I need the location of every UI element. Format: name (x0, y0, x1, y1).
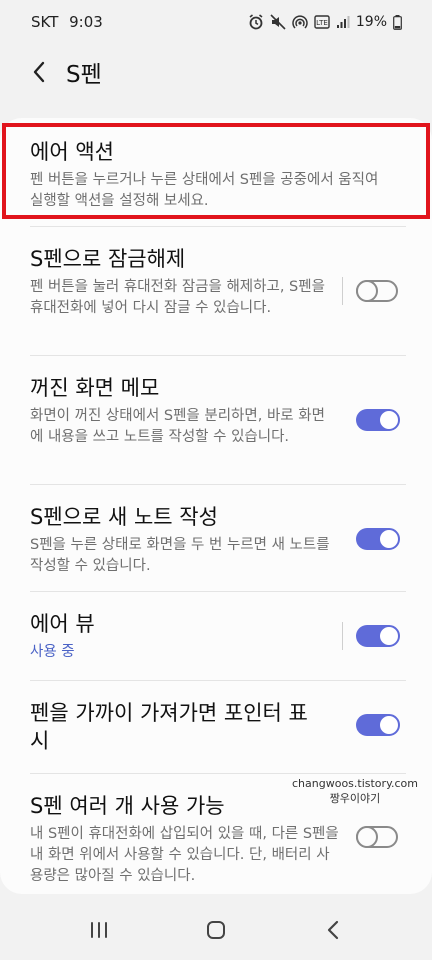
clock: 9:03 (69, 13, 103, 31)
recents-icon (90, 922, 107, 938)
signal-icon (336, 15, 350, 29)
setting-desc: 펜 버튼을 눌러 휴대전화 잠금을 해제하고, S펜을 휴대전화에 넣어 다시 … (30, 279, 325, 316)
setting-title: 꺼진 화면 메모 (30, 376, 160, 400)
watermark-name: 짱우이야기 (329, 792, 381, 805)
toggle-knob (378, 409, 400, 431)
screen-off-memo-toggle[interactable] (356, 409, 400, 431)
back-button[interactable] (26, 59, 52, 85)
navigation-bar (0, 900, 432, 960)
setting-title: S펜 여러 개 사용 가능 (30, 794, 225, 818)
toggle-knob (378, 625, 400, 647)
watermark-url: changwoos.tistory.com (292, 777, 418, 790)
setting-desc: 화면이 꺼진 상태에서 S펜을 분리하면, 바로 화면에 내용을 쓰고 노트를 … (30, 408, 325, 445)
setting-title: 에어 뷰 (30, 612, 95, 636)
new-note-toggle[interactable] (356, 528, 400, 550)
toggle-knob (378, 528, 400, 550)
page-title: S펜 (66, 62, 102, 88)
recents-button[interactable] (79, 910, 119, 950)
setting-title: 에어 액션 (30, 140, 114, 164)
status-left: SKT 9:03 (31, 13, 103, 31)
alarm-icon (248, 14, 264, 30)
volte-icon: LTE (314, 14, 330, 30)
setting-title: S펜으로 새 노트 작성 (30, 505, 218, 529)
svg-text:LTE: LTE (316, 19, 328, 27)
status-icons: LTE 19% (248, 14, 402, 30)
battery-icon (393, 14, 402, 30)
setting-desc: 내 S펜이 휴대전화에 삽입되어 있을 때, 다른 S펜을 내 화면 위에서 사… (30, 826, 339, 884)
hotspot-icon (292, 14, 308, 30)
setting-new-note[interactable]: S펜으로 새 노트 작성 S펜을 누른 상태로 화면을 두 번 누르면 새 노트… (0, 485, 432, 591)
toggle-knob (356, 826, 378, 848)
battery-percent: 19% (355, 14, 387, 30)
status-bar: SKT 9:03 LTE 19% (0, 0, 432, 44)
pointer-toggle[interactable] (356, 714, 400, 736)
setting-title: S펜으로 잠금해제 (30, 247, 186, 271)
home-icon (206, 921, 225, 939)
setting-desc: S펜을 누른 상태로 화면을 두 번 누르면 새 노트를 작성할 수 있습니다. (30, 537, 330, 574)
setting-screen-off-memo[interactable]: 꺼진 화면 메모 화면이 꺼진 상태에서 S펜을 분리하면, 바로 화면에 내용… (0, 356, 432, 484)
air-view-toggle[interactable] (356, 625, 400, 647)
setting-desc: 펜 버튼을 누르거나 누른 상태에서 S펜을 공중에서 움직여 실행할 액션을 … (30, 172, 379, 209)
multiple-spens-toggle[interactable] (356, 826, 398, 848)
nav-back-button[interactable] (313, 910, 353, 950)
watermark: changwoos.tistory.com 짱우이야기 (292, 776, 418, 806)
carrier-label: SKT (31, 13, 59, 31)
chevron-left-icon (33, 61, 45, 83)
separator (342, 622, 343, 650)
setting-show-pointer[interactable]: 펜을 가까이 가져가면 포인터 표시 (0, 681, 432, 773)
setting-title: 펜을 가까이 가져가면 포인터 표시 (30, 701, 308, 753)
header: S펜 (0, 44, 432, 100)
back-icon (328, 920, 339, 940)
unlock-toggle[interactable] (356, 280, 398, 302)
home-button[interactable] (196, 910, 236, 950)
mute-icon (270, 14, 286, 30)
setting-status: 사용 중 (30, 644, 75, 660)
setting-air-action[interactable]: 에어 액션 펜 버튼을 누르거나 누른 상태에서 S펜을 공중에서 움직여 실행… (0, 118, 432, 226)
toggle-knob (378, 714, 400, 736)
separator (342, 277, 343, 305)
setting-unlock-with-spen[interactable]: S펜으로 잠금해제 펜 버튼을 눌러 휴대전화 잠금을 해제하고, S펜을 휴대… (0, 227, 432, 355)
toggle-knob (356, 280, 378, 302)
setting-air-view[interactable]: 에어 뷰 사용 중 (0, 592, 432, 680)
